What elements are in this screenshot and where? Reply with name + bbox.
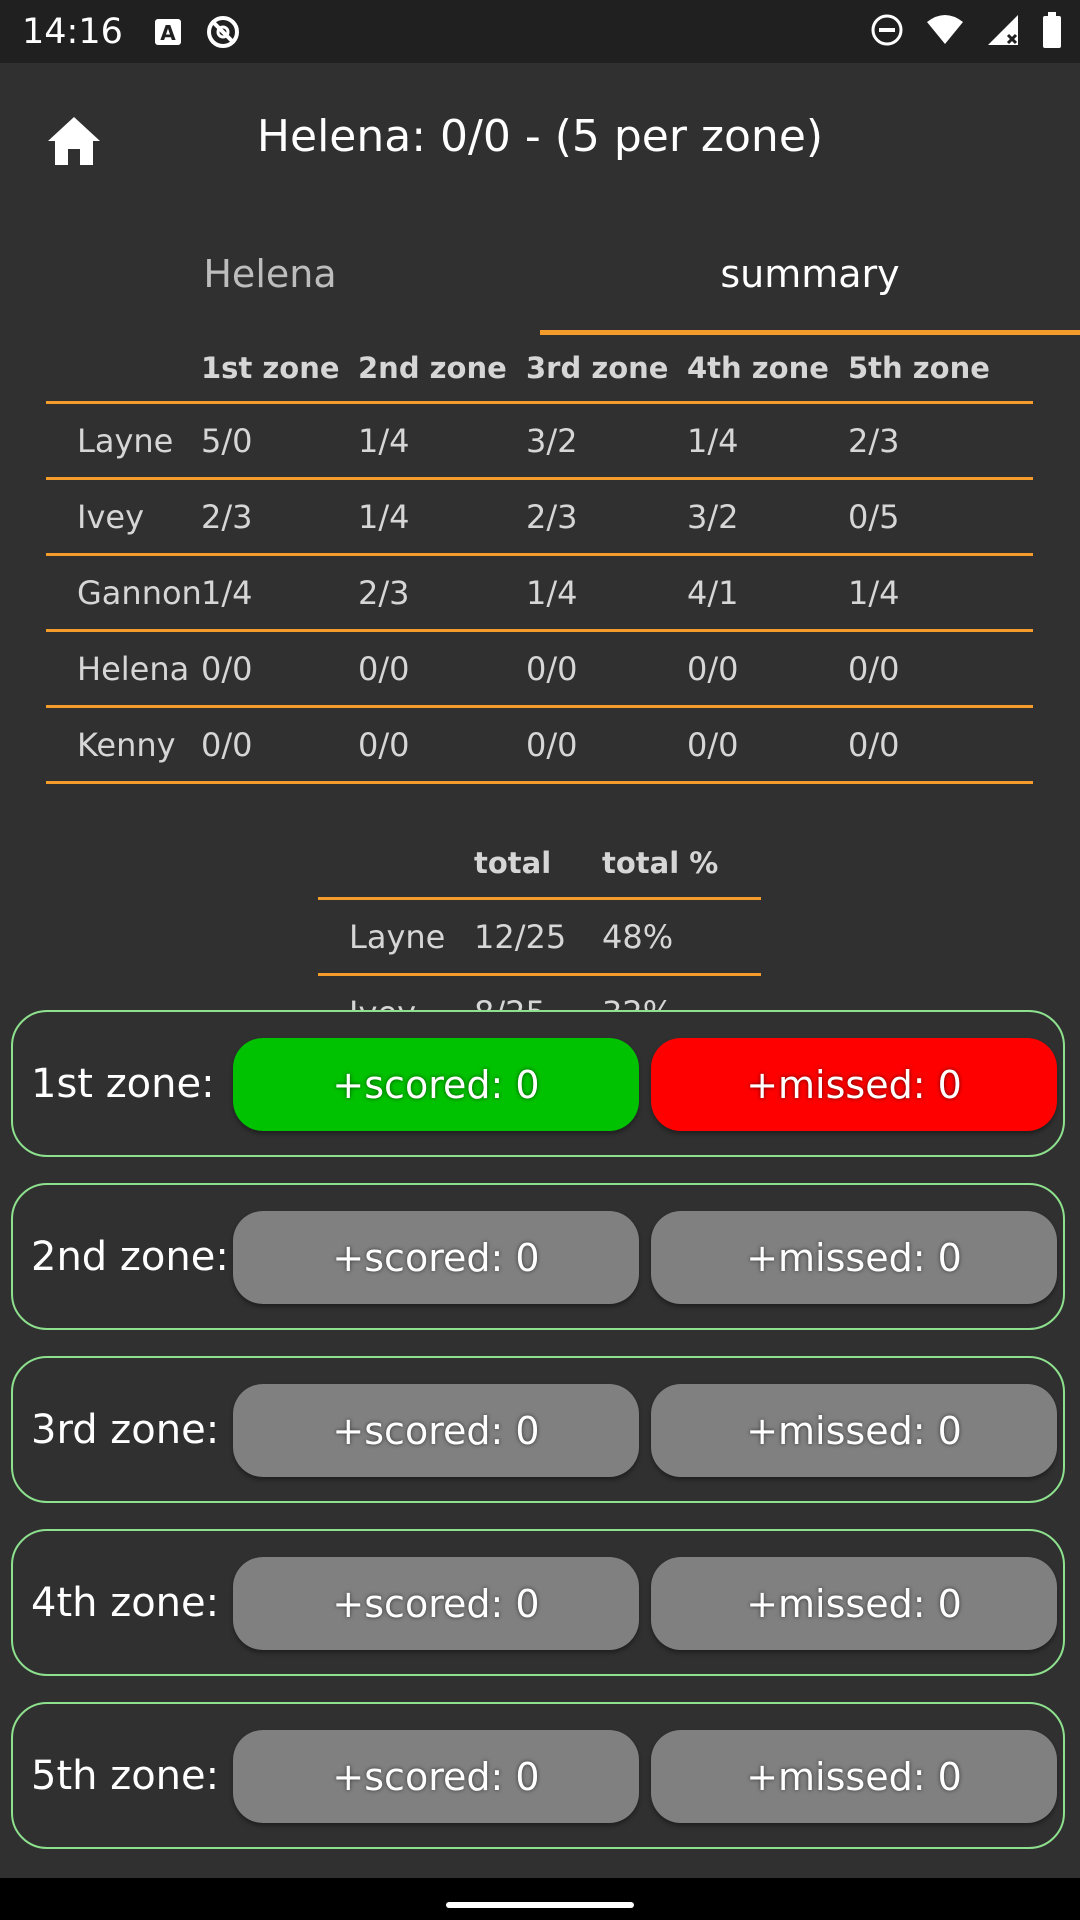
header-total: total: [473, 828, 601, 900]
cellular-signal-icon: [986, 13, 1020, 51]
player-name: Layne: [46, 402, 200, 480]
zone-cell: 2/3: [847, 402, 1033, 480]
missed-button[interactable]: +missed: 0: [651, 1384, 1057, 1477]
total-cell: 12/25: [473, 898, 601, 976]
table-row: Helena 0/0 0/0 0/0 0/0 0/0: [46, 630, 1033, 708]
scored-button[interactable]: +scored: 0: [233, 1211, 639, 1304]
zone-panel-3: 3rd zone: +scored: 0 +missed: 0: [11, 1356, 1065, 1503]
zone-cell: 5/0: [200, 402, 357, 480]
zone-cell: 2/3: [357, 554, 525, 632]
zone-cell: 1/4: [847, 554, 1033, 632]
zone-panel-2: 2nd zone: +scored: 0 +missed: 0: [11, 1183, 1065, 1330]
tab-summary[interactable]: summary: [540, 213, 1080, 335]
tab-bar: Helena summary: [0, 213, 1080, 335]
zones-summary-table: 1st zone 2nd zone 3rd zone 4th zone 5th …: [46, 335, 1033, 784]
zone-cell: 0/0: [200, 706, 357, 784]
zone-panel-1: 1st zone: +scored: 0 +missed: 0: [11, 1010, 1065, 1157]
zone-label: 2nd zone:: [31, 1233, 229, 1280]
player-name: Helena: [46, 630, 200, 708]
table-row: Layne 5/0 1/4 3/2 1/4 2/3: [46, 402, 1033, 480]
zone-label: 3rd zone:: [31, 1406, 220, 1453]
zone-cell: 0/0: [357, 706, 525, 784]
header-zone-1: 1st zone: [200, 335, 357, 404]
header-total-percent: total %: [601, 828, 761, 900]
table-row: Ivey 8/25 32%: [318, 974, 761, 1010]
header-zone-2: 2nd zone: [357, 335, 525, 404]
header-name: [318, 828, 473, 900]
navigation-bar: [0, 1878, 1080, 1920]
zone-cell: 4/1: [686, 554, 847, 632]
header-zone-3: 3rd zone: [525, 335, 686, 404]
missed-button[interactable]: +missed: 0: [651, 1038, 1057, 1131]
zone-cell: 0/5: [847, 478, 1033, 556]
table-row: Layne 12/25 48%: [318, 898, 761, 976]
zone-cell: 0/0: [357, 630, 525, 708]
player-name: Layne: [318, 898, 473, 976]
zone-cell: 1/4: [357, 402, 525, 480]
zone-cell: 0/0: [525, 706, 686, 784]
page-title: Helena: 0/0 - (5 per zone): [256, 111, 824, 162]
missed-button[interactable]: +missed: 0: [651, 1557, 1057, 1650]
zone-cell: 3/2: [525, 402, 686, 480]
home-gesture-handle[interactable]: [446, 1902, 634, 1908]
zone-cell: 0/0: [200, 630, 357, 708]
zone-label: 1st zone:: [31, 1060, 215, 1107]
table-header-row: 1st zone 2nd zone 3rd zone 4th zone 5th …: [46, 335, 1033, 404]
zone-cell: 0/0: [686, 630, 847, 708]
zone-cell: 2/3: [525, 478, 686, 556]
do-not-disturb-icon: [870, 13, 904, 51]
zone-cell: 0/0: [686, 706, 847, 784]
scored-button[interactable]: +scored: 0: [233, 1038, 639, 1131]
zone-cell: 2/3: [200, 478, 357, 556]
status-time: 14:16: [22, 11, 123, 52]
svg-text:A: A: [160, 21, 176, 45]
player-name: Gannon: [46, 554, 202, 632]
zone-panel-5: 5th zone: +scored: 0 +missed: 0: [11, 1702, 1065, 1849]
table-row: Ivey 2/3 1/4 2/3 3/2 0/5: [46, 478, 1033, 556]
total-cell: 8/25: [473, 974, 601, 1010]
header-name: [46, 335, 200, 404]
scored-button[interactable]: +scored: 0: [233, 1384, 639, 1477]
table-row: Kenny 0/0 0/0 0/0 0/0 0/0: [46, 706, 1033, 784]
table-header-row: total total %: [318, 828, 761, 900]
player-name: Ivey: [46, 478, 200, 556]
totals-table: total total % Layne 12/25 48% Ivey 8/25 …: [318, 828, 761, 1010]
zone-cell: 1/4: [686, 402, 847, 480]
totals-scroll-area[interactable]: total total % Layne 12/25 48% Ivey 8/25 …: [0, 828, 1080, 1010]
player-name: Ivey: [318, 974, 473, 1010]
wifi-icon: [926, 14, 964, 50]
status-bar: 14:16 A: [0, 0, 1080, 63]
table-row: Gannon 1/4 2/3 1/4 4/1 1/4: [46, 554, 1033, 632]
missed-button[interactable]: +missed: 0: [651, 1730, 1057, 1823]
zone-panel-4: 4th zone: +scored: 0 +missed: 0: [11, 1529, 1065, 1676]
zone-cell: 1/4: [357, 478, 525, 556]
app-bar: Helena: 0/0 - (5 per zone): [0, 63, 1080, 213]
total-percent-cell: 48%: [601, 898, 761, 976]
tab-helena[interactable]: Helena: [0, 213, 540, 335]
scored-button[interactable]: +scored: 0: [233, 1557, 639, 1650]
header-zone-4: 4th zone: [686, 335, 847, 404]
player-name: Kenny: [46, 706, 200, 784]
zone-cell: 0/0: [525, 630, 686, 708]
zone-cell: 3/2: [686, 478, 847, 556]
header-zone-5: 5th zone: [847, 335, 1033, 404]
zone-cell: 0/0: [847, 630, 1033, 708]
zone-cell: 0/0: [847, 706, 1033, 784]
no-sync-icon: [205, 14, 241, 50]
battery-icon: [1042, 11, 1062, 52]
zone-label: 5th zone:: [31, 1752, 220, 1799]
font-a-icon: A: [153, 17, 183, 47]
zone-cell: 1/4: [525, 554, 686, 632]
zone-cell: 1/4: [200, 554, 357, 632]
zone-label: 4th zone:: [31, 1579, 220, 1626]
missed-button[interactable]: +missed: 0: [651, 1211, 1057, 1304]
scored-button[interactable]: +scored: 0: [233, 1730, 639, 1823]
total-percent-cell: 32%: [601, 974, 761, 1010]
